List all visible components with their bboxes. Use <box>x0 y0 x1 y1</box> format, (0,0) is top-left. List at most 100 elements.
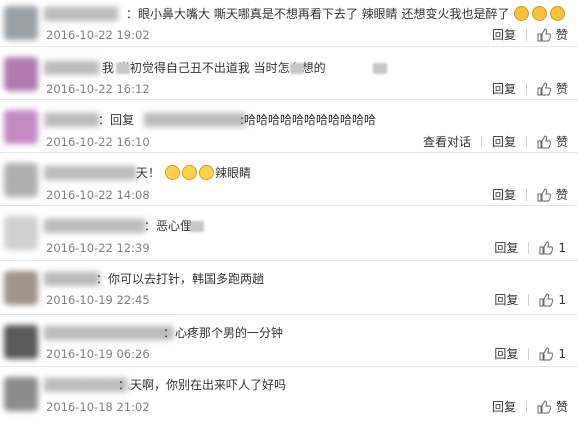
comment-actions: 回复 1 <box>494 293 566 307</box>
comment-text: ：心疼那个男的一分钟 <box>163 326 284 340</box>
laugh-emoji-icon <box>199 165 214 180</box>
comment-author[interactable]: ██████ <box>44 60 99 76</box>
reply-button[interactable]: 回复 <box>492 28 516 42</box>
comment-actions: 回复 赞 <box>492 188 568 202</box>
like-button[interactable]: 1 <box>539 293 566 307</box>
comment-author[interactable]: █████████ <box>44 377 127 393</box>
comment-time: 2016-10-22 12:39 <box>46 241 150 255</box>
like-button[interactable]: 赞 <box>537 135 568 149</box>
comment-time: 2016-10-22 19:02 <box>46 28 150 42</box>
like-button[interactable]: 赞 <box>537 400 568 414</box>
comment-time: 2016-10-19 06:26 <box>46 347 150 361</box>
comment-item: ██████ ：你可以去打针，韩国多跑两趟 2016-10-19 22:45 回… <box>0 261 578 315</box>
comment-actions: 回复 赞 <box>492 28 568 42</box>
comment-author[interactable]: ███████████ <box>44 218 146 234</box>
reply-button[interactable]: 回复 <box>494 241 518 255</box>
reply-button[interactable]: 回复 <box>494 293 518 307</box>
comment-text: ：你可以去打针，韩国多跑两趟 <box>96 272 265 286</box>
reply-button[interactable]: 回复 <box>492 188 516 202</box>
comment-author[interactable]: ██████████████ <box>44 325 173 341</box>
comment-item: ██████ ：回复 ███████████ :哈哈哈哈哈哈哈哈哈哈哈 2016… <box>0 100 578 153</box>
divider <box>525 29 527 41</box>
comment-author[interactable]: ████████ <box>44 6 122 22</box>
divider <box>525 136 527 148</box>
comment-actions: 回复 1 <box>494 241 566 255</box>
comment-actions: 回复 1 <box>494 347 566 361</box>
comment-item: ██████ 我 当初觉得自己丑不出道我 当时怎么想的 2016-10-22 1… <box>0 47 578 100</box>
thumbs-up-icon <box>539 241 554 255</box>
comment-list: ████████ ：眼小鼻大嘴大 嘶天哪真是不想再看下去了 辣眼睛 还想变火我也… <box>0 0 578 424</box>
comment-time: 2016-10-19 22:45 <box>46 293 150 307</box>
comment-item: ███████████ ：恶心俚 2016-10-22 12:39 回复 1 <box>0 206 578 261</box>
reply-prefix: ：回复 <box>98 113 135 127</box>
comment-author[interactable]: ██████████ <box>44 165 136 181</box>
thumbs-up-icon <box>537 188 551 202</box>
view-conversation-link[interactable]: 查看对话 <box>423 135 471 149</box>
comment-actions: 查看对话 回复 赞 <box>423 135 568 149</box>
comment-item: ████████ ：眼小鼻大嘴大 嘶天哪真是不想再看下去了 辣眼睛 还想变火我也… <box>0 0 578 47</box>
reply-button[interactable]: 回复 <box>492 400 516 414</box>
comment-author[interactable]: ██████ <box>44 271 99 287</box>
comment-time: 2016-10-18 21:02 <box>46 400 150 414</box>
redacted-mosaic <box>373 63 387 74</box>
avatar[interactable] <box>4 271 38 305</box>
avatar[interactable] <box>4 163 38 197</box>
like-label: 赞 <box>555 82 568 96</box>
thumbs-up-icon <box>539 347 554 361</box>
like-count: 1 <box>558 241 566 255</box>
like-count: 1 <box>558 293 566 307</box>
divider <box>525 83 527 95</box>
avatar[interactable] <box>4 6 38 40</box>
smile-emoji-icon <box>550 6 565 21</box>
redacted-mosaic <box>190 221 204 232</box>
reply-button[interactable]: 回复 <box>494 347 518 361</box>
comment-item: ██████████ 天！ 辣眼睛 2016-10-22 14:08 回复 赞 <box>0 153 578 206</box>
like-label: 赞 <box>555 28 568 42</box>
thumbs-up-icon <box>537 28 551 42</box>
avatar[interactable] <box>4 110 38 144</box>
like-count: 1 <box>558 347 566 361</box>
comment-actions: 回复 赞 <box>492 400 568 414</box>
like-label: 赞 <box>555 188 568 202</box>
reply-target[interactable]: ███████████ <box>144 112 246 128</box>
reply-button[interactable]: 回复 <box>492 82 516 96</box>
comment-text: ：恶心俚 <box>144 219 193 233</box>
comment-item: ██████████████ ：心疼那个男的一分钟 2016-10-19 06:… <box>0 315 578 367</box>
reply-button[interactable]: 回复 <box>492 135 516 149</box>
like-button[interactable]: 1 <box>539 241 566 255</box>
comment-text: 天！ <box>136 166 161 180</box>
laugh-emoji-icon <box>165 165 180 180</box>
redacted-mosaic <box>116 63 130 74</box>
comment-actions: 回复 赞 <box>492 82 568 96</box>
laugh-emoji-icon <box>182 165 197 180</box>
smile-emoji-icon <box>532 6 547 21</box>
comment-time: 2016-10-22 14:08 <box>46 188 150 202</box>
avatar[interactable] <box>4 57 38 91</box>
comment-text: :哈哈哈哈哈哈哈哈哈哈哈 <box>240 113 377 127</box>
redacted-mosaic <box>290 63 304 74</box>
like-button[interactable]: 1 <box>539 347 566 361</box>
avatar[interactable] <box>4 216 38 250</box>
divider <box>528 348 530 360</box>
comment-text-suffix: 辣眼睛 <box>215 166 252 180</box>
comment-text: ：天啊，你别在出来吓人了好吗 <box>118 378 287 392</box>
divider <box>528 242 530 254</box>
like-button[interactable]: 赞 <box>537 28 568 42</box>
divider <box>480 136 482 148</box>
like-label: 赞 <box>555 135 568 149</box>
comment-time: 2016-10-22 16:10 <box>46 135 150 149</box>
comment-text: ：眼小鼻大嘴大 嘶天哪真是不想再看下去了 辣眼睛 还想变火我也是醉了 <box>126 7 510 21</box>
comment-time: 2016-10-22 16:12 <box>46 82 150 96</box>
like-button[interactable]: 赞 <box>537 82 568 96</box>
comment-item: █████████ ：天啊，你别在出来吓人了好吗 2016-10-18 21:0… <box>0 367 578 424</box>
divider <box>525 401 527 413</box>
thumbs-up-icon <box>537 135 551 149</box>
divider <box>525 189 527 201</box>
avatar[interactable] <box>4 325 38 359</box>
like-button[interactable]: 赞 <box>537 188 568 202</box>
thumbs-up-icon <box>537 82 551 96</box>
divider <box>528 294 530 306</box>
comment-author[interactable]: ██████ <box>44 112 99 128</box>
avatar[interactable] <box>4 377 38 411</box>
smile-emoji-icon <box>514 6 529 21</box>
